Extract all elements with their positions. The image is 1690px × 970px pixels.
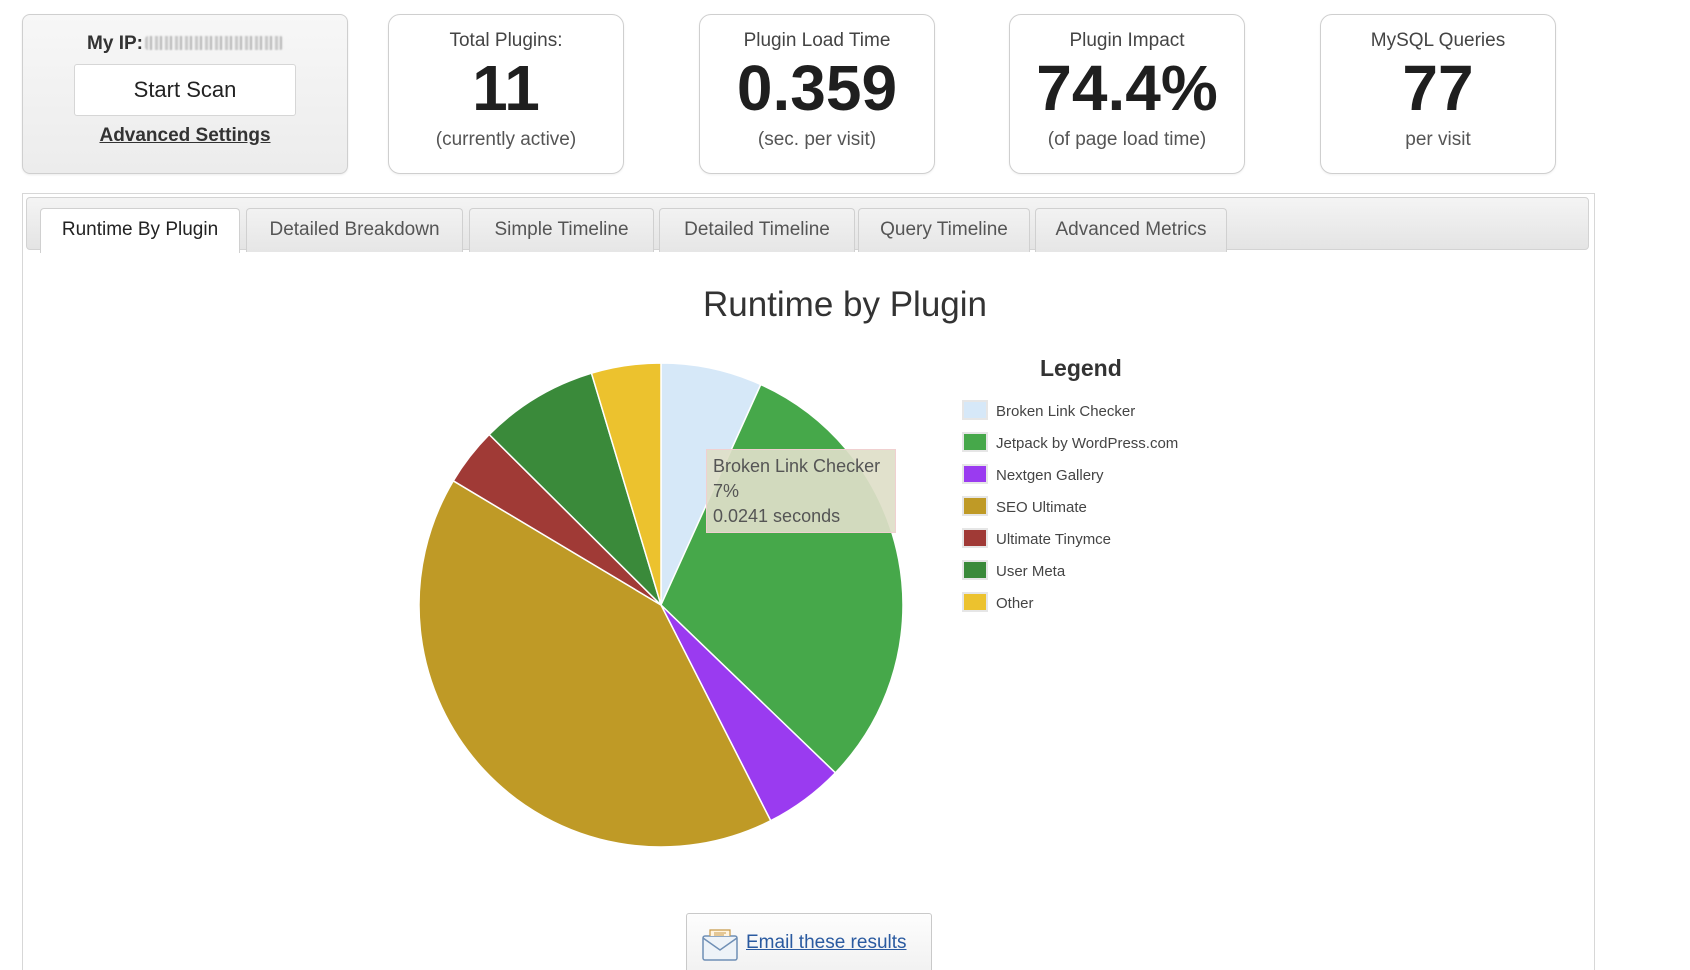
envelope-icon: [702, 929, 738, 961]
email-results-label: Email these results: [746, 932, 907, 953]
legend-swatch: [962, 592, 988, 612]
legend-label: Ultimate Tinymce: [996, 531, 1112, 548]
legend-item: Ultimate Tinymce: [962, 528, 1111, 550]
plugin-profiler-page: My IP: Start Scan Advanced Settings Tota…: [0, 0, 1690, 970]
tooltip-plugin-name: Broken Link Checker: [713, 456, 881, 476]
legend-label: User Meta: [996, 563, 1066, 580]
legend-item: SEO Ultimate: [962, 496, 1087, 518]
legend-swatch: [962, 464, 988, 484]
legend-item: User Meta: [962, 560, 1065, 582]
legend-swatch: [962, 560, 988, 580]
legend-swatch: [962, 528, 988, 548]
legend-item: Broken Link Checker: [962, 400, 1135, 422]
legend-item: Jetpack by WordPress.com: [962, 432, 1178, 454]
legend-label: Broken Link Checker: [996, 403, 1136, 420]
legend-swatch: [962, 400, 988, 420]
tooltip-seconds: 0.0241 seconds: [713, 506, 841, 526]
tooltip-percent: 7%: [713, 481, 740, 501]
email-results-button[interactable]: Email these results: [686, 913, 932, 970]
legend-swatch: [962, 432, 988, 452]
legend-label: Other: [996, 595, 1034, 612]
legend-label: Nextgen Gallery: [996, 467, 1104, 484]
legend-item: Nextgen Gallery: [962, 464, 1104, 486]
legend-swatch: [962, 496, 988, 516]
chart-tooltip: Broken Link Checker 7% 0.0241 seconds: [706, 449, 896, 533]
legend-title: Legend: [1040, 355, 1122, 381]
legend-label: Jetpack by WordPress.com: [996, 435, 1179, 452]
legend-item: Other: [962, 592, 1034, 614]
legend-label: SEO Ultimate: [996, 499, 1087, 516]
